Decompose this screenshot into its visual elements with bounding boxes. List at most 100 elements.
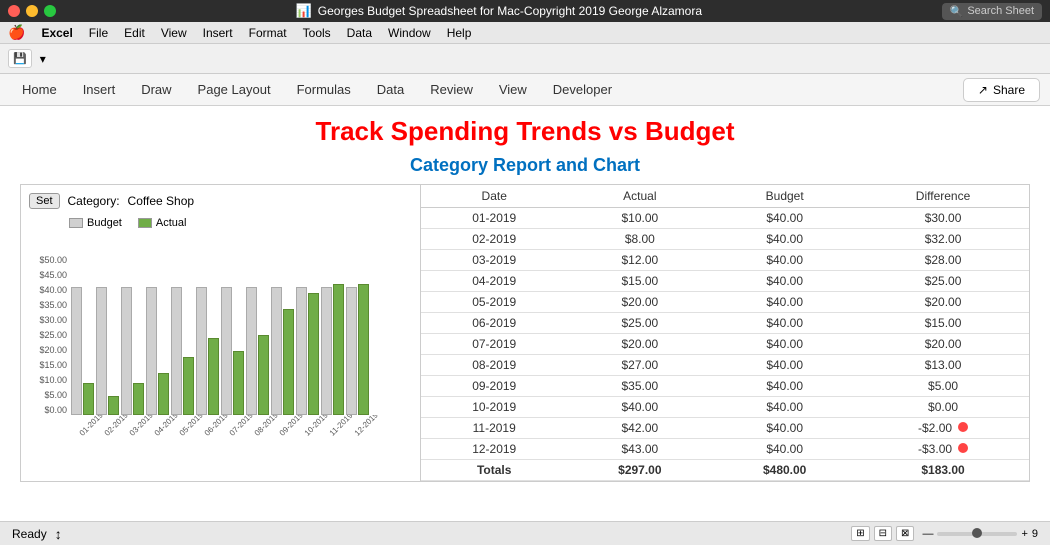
bar-budget (246, 287, 257, 415)
cell-difference: $30.00 (857, 208, 1029, 229)
minimize-button[interactable] (26, 5, 38, 17)
table-row: 08-2019$27.00$40.00$13.00 (421, 355, 1029, 376)
alert-dot (958, 443, 968, 453)
menu-insert[interactable]: Insert (203, 26, 233, 40)
col-actual: Actual (567, 185, 712, 208)
cell-date: 08-2019 (421, 355, 567, 376)
menu-format[interactable]: Format (249, 26, 287, 40)
y-axis-label: $0.00 (44, 405, 67, 415)
tab-draw[interactable]: Draw (129, 76, 183, 103)
tab-review[interactable]: Review (418, 76, 485, 103)
apple-menu[interactable]: 🍎 (8, 24, 25, 41)
bar-budget (196, 287, 207, 415)
tab-home[interactable]: Home (10, 76, 69, 103)
status-left: Ready ↕ (12, 526, 62, 542)
bar-group (221, 287, 244, 415)
bar-budget (346, 287, 357, 415)
bar-actual (333, 284, 344, 415)
cell-date: 09-2019 (421, 376, 567, 397)
bar-actual (183, 357, 194, 415)
bar-group (321, 284, 344, 415)
bar-actual (358, 284, 369, 415)
cell-actual: $15.00 (567, 271, 712, 292)
cell-difference: $5.00 (857, 376, 1029, 397)
status-bar: Ready ↕ ⊞ ⊟ ⊠ — + 9 (0, 521, 1050, 545)
normal-view-button[interactable]: ⊞ (851, 526, 869, 541)
y-axis-label: $20.00 (39, 345, 67, 355)
cell-difference: $25.00 (857, 271, 1029, 292)
menu-data[interactable]: Data (347, 26, 372, 40)
cell-difference: $28.00 (857, 250, 1029, 271)
report-body: Set Category: Coffee Shop Budget Actual (20, 184, 1030, 482)
zoom-slider[interactable] (937, 532, 1017, 536)
close-button[interactable] (8, 5, 20, 17)
menu-window[interactable]: Window (388, 26, 431, 40)
tab-formulas[interactable]: Formulas (285, 76, 363, 103)
quick-access-divider: ▾ (40, 52, 46, 66)
cell-date: 01-2019 (421, 208, 567, 229)
y-axis-label: $25.00 (39, 330, 67, 340)
totals-row: Totals$297.00$480.00$183.00 (421, 460, 1029, 481)
y-axis-label: $30.00 (39, 315, 67, 325)
search-sheet-box[interactable]: 🔍 Search Sheet (942, 3, 1042, 20)
tab-view[interactable]: View (487, 76, 539, 103)
zoom-plus[interactable]: + (1021, 528, 1027, 540)
cell-actual: $8.00 (567, 229, 712, 250)
cell-difference: $0.00 (857, 397, 1029, 418)
cell-difference: $20.00 (857, 292, 1029, 313)
bar-budget (146, 287, 157, 415)
y-axis-label: $40.00 (39, 285, 67, 295)
category-selector: Set Category: Coffee Shop (29, 193, 412, 209)
window-title-bar: 📊 Georges Budget Spreadsheet for Mac-Cop… (56, 3, 942, 19)
table-row: 01-2019$10.00$40.00$30.00 (421, 208, 1029, 229)
traffic-lights (8, 5, 56, 17)
y-axis: $50.00$45.00$40.00$35.00$30.00$25.00$20.… (29, 255, 71, 415)
maximize-button[interactable] (44, 5, 56, 17)
cell-date: 10-2019 (421, 397, 567, 418)
tab-developer[interactable]: Developer (541, 76, 624, 103)
app-name[interactable]: Excel (41, 26, 72, 40)
tab-page-layout[interactable]: Page Layout (186, 76, 283, 103)
tab-data[interactable]: Data (365, 76, 416, 103)
y-axis-label: $5.00 (44, 390, 67, 400)
tab-insert[interactable]: Insert (71, 76, 128, 103)
report-title: Category Report and Chart (20, 155, 1030, 176)
menu-tools[interactable]: Tools (303, 26, 331, 40)
cell-budget: $40.00 (712, 418, 857, 439)
legend-actual-box (138, 218, 152, 228)
legend-budget-box (69, 218, 83, 228)
y-axis-label: $10.00 (39, 375, 67, 385)
chart-area: $50.00$45.00$40.00$35.00$30.00$25.00$20.… (29, 235, 412, 415)
cell-actual: $43.00 (567, 439, 712, 460)
save-button[interactable]: 💾 (8, 49, 32, 68)
alert-dot (958, 422, 968, 432)
menu-help[interactable]: Help (447, 26, 472, 40)
y-axis-label: $45.00 (39, 270, 67, 280)
cell-actual: $42.00 (567, 418, 712, 439)
cell-actual: $25.00 (567, 313, 712, 334)
cell-actual: $12.00 (567, 250, 712, 271)
report-container: Category Report and Chart Set Category: … (20, 155, 1030, 482)
share-button[interactable]: ↗ Share (963, 78, 1040, 102)
category-value: Coffee Shop (128, 194, 195, 208)
data-table: Date Actual Budget Difference 01-2019$10… (421, 185, 1029, 481)
menu-edit[interactable]: Edit (124, 26, 145, 40)
set-button[interactable]: Set (29, 193, 60, 209)
page-layout-view-button[interactable]: ⊟ (874, 526, 892, 541)
bar-budget (171, 287, 182, 415)
legend-budget: Budget (69, 217, 122, 229)
cell-date: 04-2019 (421, 271, 567, 292)
menu-view[interactable]: View (161, 26, 187, 40)
cell-budget: $40.00 (712, 439, 857, 460)
ribbon-tabs: Home Insert Draw Page Layout Formulas Da… (0, 74, 1050, 106)
cell-difference: $32.00 (857, 229, 1029, 250)
cell-budget: $40.00 (712, 292, 857, 313)
bar-group (146, 287, 169, 415)
mac-menu-bar: 🍎 Excel File Edit View Insert Format Too… (0, 22, 1050, 44)
cell-date: 11-2019 (421, 418, 567, 439)
menu-file[interactable]: File (89, 26, 108, 40)
y-axis-label: $35.00 (39, 300, 67, 310)
page-break-view-button[interactable]: ⊠ (896, 526, 914, 541)
table-row: 09-2019$35.00$40.00$5.00 (421, 376, 1029, 397)
zoom-minus[interactable]: — (922, 528, 933, 540)
